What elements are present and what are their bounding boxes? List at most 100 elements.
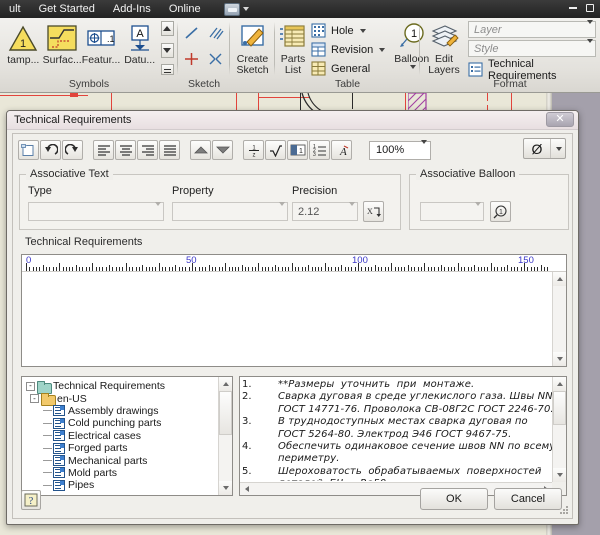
scroll-down-icon[interactable]: [553, 468, 566, 482]
type-combobox[interactable]: [28, 201, 164, 221]
chevron-down-icon[interactable]: [475, 201, 481, 218]
list-item[interactable]: 5. Шероховатость обрабатываемых поверхнос…: [242, 466, 552, 478]
chevron-down-icon[interactable]: [349, 201, 355, 218]
ribbon-button-create-sketch[interactable]: Create Sketch: [234, 20, 271, 76]
list-item[interactable]: 3. В труднодоступных местах сварка дугова…: [242, 416, 552, 428]
layer-combobox[interactable]: Layer: [468, 19, 596, 38]
close-icon[interactable]: ✕: [546, 112, 574, 127]
chevron-down-icon[interactable]: [585, 38, 593, 55]
scroll-more-icon[interactable]: [160, 64, 174, 75]
move-down-icon[interactable]: [212, 140, 233, 160]
tree-item-root[interactable]: - Technical Requirements: [26, 380, 218, 394]
chevron-down-icon[interactable]: [359, 28, 366, 33]
scroll-down-icon[interactable]: [553, 352, 566, 366]
scroll-up-icon[interactable]: [219, 377, 232, 391]
ribbon-button-datum-target[interactable]: A Datu...: [120, 21, 159, 66]
tree-item-6[interactable]: Pipes: [26, 479, 218, 491]
editor-text-area[interactable]: [22, 272, 552, 366]
tree-item-0[interactable]: Assembly drawings: [26, 405, 218, 417]
symbol-combobox[interactable]: Ø: [523, 138, 566, 159]
tree-item-2[interactable]: Electrical cases: [26, 430, 218, 442]
list-item[interactable]: 4. Обеспечить одинаковое сечение швов NN …: [242, 441, 552, 453]
tree-expander-icon[interactable]: -: [26, 381, 35, 391]
editor-vertical-scrollbar[interactable]: [552, 272, 566, 366]
chevron-down-icon[interactable]: [155, 201, 161, 218]
move-icon[interactable]: [206, 49, 227, 71]
scroll-thumb[interactable]: [219, 391, 232, 435]
tree-vertical-scrollbar[interactable]: [218, 377, 232, 495]
ribbon-button-edit-layers[interactable]: Edit Layers: [424, 20, 464, 76]
chevron-down-icon[interactable]: [585, 19, 593, 36]
dialog-title-bar[interactable]: Technical Requirements ✕: [7, 111, 578, 130]
font-format-icon[interactable]: A: [331, 140, 352, 160]
numbered-list-icon[interactable]: 123: [309, 140, 330, 160]
chevron-down-icon[interactable]: [419, 140, 427, 156]
chevron-down-icon[interactable]: [550, 139, 565, 158]
balloon-pick-icon[interactable]: 1: [490, 201, 511, 222]
ribbon-item-revision-table[interactable]: Revision: [311, 40, 386, 59]
requirements-tree[interactable]: - Technical Requirements - en-US Assembly dr…: [21, 376, 233, 496]
cancel-button[interactable]: Cancel: [494, 488, 562, 510]
resize-grip[interactable]: [558, 504, 570, 516]
zoom-combobox[interactable]: 100%: [369, 140, 431, 160]
ribbon-item-hole-table[interactable]: Hole: [311, 21, 385, 40]
tree-item-5[interactable]: Mold parts: [26, 467, 218, 479]
scroll-up-icon[interactable]: [553, 272, 566, 286]
chevron-down-icon[interactable]: [242, 7, 249, 11]
scroll-up-icon[interactable]: [160, 21, 174, 36]
align-center-icon[interactable]: [115, 140, 136, 160]
scroll-down-icon[interactable]: [219, 481, 232, 495]
list-item[interactable]: периметру.: [242, 453, 552, 465]
tree-item-en-us[interactable]: - en-US: [26, 392, 218, 407]
list-item[interactable]: деталей БЧ - Ra50.: [242, 478, 552, 481]
tree-item-4[interactable]: Mechanical parts: [26, 454, 218, 467]
undo-icon[interactable]: [40, 140, 61, 160]
menu-item-get-started[interactable]: Get Started: [30, 0, 104, 18]
ok-button[interactable]: OK: [420, 488, 488, 510]
scroll-down-icon[interactable]: [160, 42, 174, 58]
requirements-list[interactable]: 1. **Размеры уточнить при монтаже. 2. Сварк…: [239, 376, 567, 496]
align-justify-icon[interactable]: [159, 140, 180, 160]
menu-item-ult[interactable]: ult: [0, 0, 30, 18]
scroll-left-icon[interactable]: [240, 483, 253, 495]
menu-item-online[interactable]: Online: [160, 0, 210, 18]
window-icon[interactable]: [223, 2, 240, 16]
tree-expander-icon[interactable]: -: [30, 394, 39, 404]
help-icon[interactable]: ?: [21, 490, 41, 510]
list-vertical-scrollbar[interactable]: [552, 377, 566, 482]
new-document-icon[interactable]: [18, 140, 39, 160]
redo-icon[interactable]: [62, 140, 83, 160]
panel-scroll-arrows[interactable]: [160, 21, 174, 75]
chevron-down-icon[interactable]: [379, 47, 386, 52]
ribbon-item-general-table[interactable]: General: [311, 59, 385, 78]
menu-item-add-ins[interactable]: Add-Ins: [104, 0, 160, 18]
ribbon-button-feature-control-frame[interactable]: .1 Featur...: [82, 21, 121, 66]
list-item[interactable]: ГОСТ 5264-80. Электрод Э46 ГОСТ 9467-75.: [242, 429, 552, 441]
ribbon-button-surface-texture[interactable]: Surfac...: [43, 21, 82, 66]
tree-item-3[interactable]: Forged parts: [26, 442, 218, 454]
style-combobox[interactable]: Style: [468, 38, 596, 57]
point-icon[interactable]: [182, 49, 203, 71]
chevron-down-icon[interactable]: [279, 201, 285, 218]
align-left-icon[interactable]: [93, 140, 114, 160]
list-item[interactable]: 1. **Размеры уточнить при монтаже.: [242, 379, 552, 391]
ribbon-button-parts-list[interactable]: Parts List: [279, 20, 307, 76]
scroll-thumb[interactable]: [553, 391, 566, 425]
align-right-icon[interactable]: [137, 140, 158, 160]
hatch-icon[interactable]: [206, 24, 227, 46]
line-icon[interactable]: [182, 24, 203, 46]
special-char-icon[interactable]: 1: [287, 140, 308, 160]
list-item[interactable]: ГОСТ 14771-76. Проволока СВ-08Г2С ГОСТ 2…: [242, 404, 552, 416]
balloon-combobox[interactable]: [420, 201, 484, 221]
tree-item-1[interactable]: Cold punching parts: [26, 417, 218, 429]
fraction-icon[interactable]: 1z: [243, 140, 264, 160]
requirements-editor[interactable]: 0 50 100 150: [21, 254, 567, 367]
property-combobox[interactable]: [172, 201, 288, 221]
minimize-icon[interactable]: [566, 2, 580, 13]
move-up-icon[interactable]: [190, 140, 211, 160]
scroll-up-icon[interactable]: [553, 377, 566, 391]
ribbon-button-stamp[interactable]: 1 tamp...: [4, 21, 43, 66]
insert-property-icon[interactable]: X: [363, 201, 384, 222]
square-root-icon[interactable]: [265, 140, 286, 160]
list-item[interactable]: 2. Сварка дуговая в среде углекислого газ…: [242, 391, 552, 403]
